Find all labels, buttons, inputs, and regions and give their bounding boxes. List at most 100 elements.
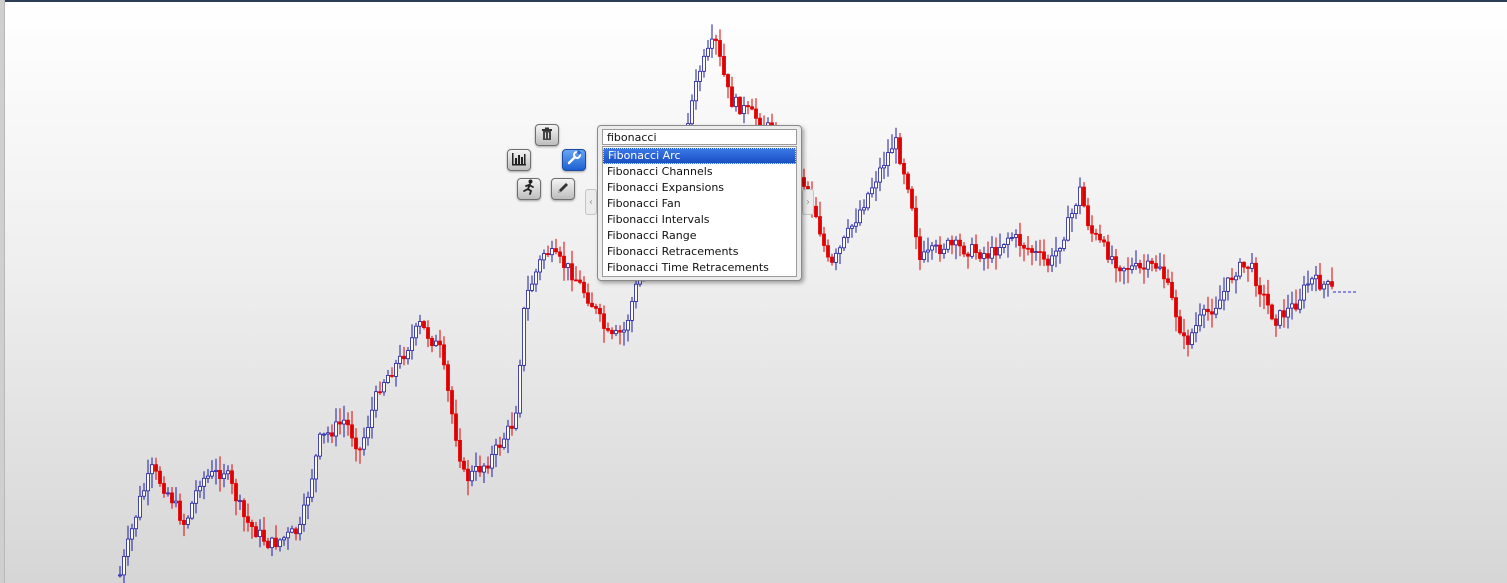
delete-button[interactable] [535,124,559,146]
candle-body [430,337,434,346]
candle-body [222,473,226,479]
search-result-item[interactable]: Fibonacci Time Retracements [603,260,796,276]
candle-body [914,207,918,238]
candle-body [558,251,562,257]
candle-body [1130,265,1134,270]
candle-body [882,165,886,169]
candle-body [1134,262,1138,267]
candle-body [1034,251,1038,254]
candle-body [162,483,166,494]
candle-body [386,374,390,383]
candle-body [850,225,854,229]
candle-body [186,517,190,525]
candle-body [862,207,866,211]
search-result-item[interactable]: Fibonacci Intervals [603,212,796,228]
candle-body [750,106,754,110]
candle-body [270,537,274,548]
search-result-item[interactable]: Fibonacci Retracements [603,244,796,260]
candle-body [454,413,458,441]
candle-body [250,522,254,528]
candle-body [314,455,318,480]
draw-button[interactable] [551,178,575,200]
candle-body [1174,297,1178,318]
candle-body [898,137,902,164]
candle-body [1042,251,1046,260]
candle-body [598,307,602,315]
candle-body [818,216,822,235]
candle-body [526,289,530,309]
candle-body [206,475,210,479]
search-result-item[interactable]: Fibonacci Arc [603,148,796,164]
price-chart-area[interactable] [0,0,1507,583]
search-result-item[interactable]: Fibonacci Fan [603,196,796,212]
candle-body [1330,281,1334,287]
candle-body [494,444,498,455]
candle-body [1250,262,1254,269]
candle-body [446,364,450,391]
search-result-item[interactable]: Fibonacci Expansions [603,180,796,196]
candle-body [1322,283,1326,290]
candle-body [1186,335,1190,345]
candle-body [362,437,366,450]
candle-body [1126,267,1130,270]
search-results-list[interactable]: Fibonacci Arc Fibonacci Channels Fibonac… [602,146,797,277]
candle-body [1142,267,1146,270]
candle-body [1102,239,1106,243]
candle-body [878,167,882,183]
candle-body [394,362,398,377]
candle-body [1286,307,1290,318]
candle-body [1238,261,1242,277]
candle-body [262,529,266,542]
candle-body [546,253,550,256]
candle-body [714,38,718,41]
candle-body [922,251,926,260]
candle-body [742,105,746,115]
candle-body [1106,241,1110,260]
candle-body [1078,186,1082,207]
candle-body [754,108,758,119]
candle-body [514,412,518,429]
candle-body [1118,267,1122,272]
candle-body [462,460,466,470]
scroll-left-arrow[interactable]: ‹ [585,189,597,215]
candle-body [698,70,702,82]
candle-body [1198,314,1202,327]
search-result-item[interactable]: Fibonacci Channels [603,164,796,180]
candle-body [710,38,714,49]
candle-body [1270,304,1274,320]
candle-body [234,483,238,502]
candle-body [1090,225,1094,234]
candle-body [726,74,730,88]
candle-body [1166,278,1170,283]
candle-body [722,56,726,76]
candle-body [1294,303,1298,310]
search-input[interactable] [602,129,797,145]
candle-body [150,464,154,475]
pencil-icon [556,180,570,199]
candle-body [118,574,122,577]
candle-body [498,444,502,448]
candle-body [606,328,610,331]
scroll-right-arrow[interactable]: › [802,189,814,215]
properties-button[interactable] [562,149,586,171]
candle-body [626,319,630,331]
search-result-item[interactable]: Fibonacci Range [603,228,796,244]
candle-body [1210,311,1214,315]
candle-body [418,321,422,327]
indicators-button[interactable] [507,149,531,171]
candle-body [1254,262,1258,287]
candle-body [254,526,258,537]
candle-body [1290,303,1294,309]
candle-body [166,492,170,495]
candle-body [970,244,974,257]
candle-body [1274,318,1278,326]
candlestick-chart[interactable] [0,0,1507,583]
candle-body [1258,285,1262,295]
candle-body [946,239,950,250]
candle-body [290,528,294,533]
candle-body [174,500,178,504]
candle-body [274,537,278,547]
candle-body [1226,277,1230,292]
candle-body [1314,274,1318,280]
run-button[interactable] [517,178,541,200]
